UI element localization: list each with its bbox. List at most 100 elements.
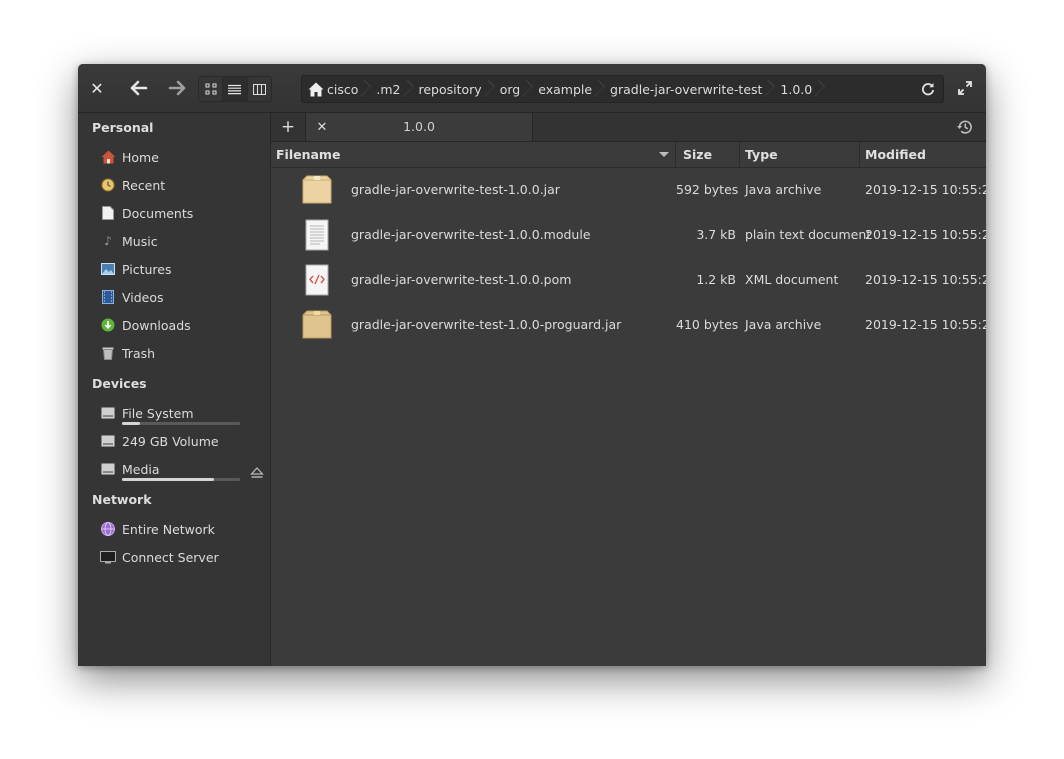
sidebar-item-label: Connect Server (122, 549, 219, 565)
sidebar-item-label: File System (122, 405, 194, 421)
eject-icon (250, 467, 264, 478)
sidebar-heading-network: Network (92, 492, 152, 507)
reload-button[interactable] (919, 80, 937, 98)
server-icon (100, 549, 116, 565)
sidebar-item-entire-network[interactable]: Entire Network (100, 518, 250, 540)
xml-document-icon (301, 264, 333, 296)
column-header-size[interactable]: Size (676, 142, 740, 167)
close-window-button[interactable]: ✕ (86, 76, 108, 100)
breadcrumb-item[interactable]: example (528, 76, 600, 102)
tab-current[interactable]: ✕ 1.0.0 (305, 113, 533, 141)
breadcrumb-item[interactable]: repository (409, 76, 490, 102)
network-icon (100, 521, 116, 537)
sidebar-item-label: 249 GB Volume (122, 433, 219, 449)
list-view-icon (228, 84, 242, 94)
arrow-left-icon (130, 80, 148, 96)
file-row[interactable]: gradle-jar-overwrite-test-1.0.0.module 3… (271, 213, 986, 258)
column-header: Filename Size Type Modified (271, 142, 986, 168)
tab-label: 1.0.0 (403, 119, 435, 134)
breadcrumb-item[interactable]: 1.0.0 (770, 76, 820, 102)
new-tab-button[interactable]: + (279, 117, 297, 137)
file-modified: 2019-12-15 10:55:21 (865, 272, 986, 287)
sidebar-item-file-system[interactable]: File System (100, 402, 250, 424)
sidebar-item-media[interactable]: Media (100, 458, 250, 480)
history-icon (957, 120, 972, 134)
breadcrumb-label: repository (418, 81, 482, 97)
path-bar[interactable]: cisco .m2 repository org example gradle-… (301, 75, 944, 103)
music-icon: ♪ (104, 234, 112, 248)
breadcrumb-item[interactable]: gradle-jar-overwrite-test (600, 76, 770, 102)
closed-tabs-history-button[interactable] (956, 118, 974, 136)
list-view-button[interactable] (223, 77, 248, 101)
file-row[interactable]: gradle-jar-overwrite-test-1.0.0.pom 1.2 … (271, 258, 986, 303)
grid-view-icon (205, 83, 217, 95)
file-manager-window: ✕ cisco .m2 repository org example gradl… (78, 64, 986, 666)
breadcrumb-label: 1.0.0 (780, 81, 813, 97)
sidebar-item-volume[interactable]: 249 GB Volume (100, 430, 250, 452)
sidebar-item-downloads[interactable]: Downloads (100, 314, 250, 336)
text-document-icon (301, 219, 333, 251)
file-size: 410 bytes (676, 317, 739, 332)
plus-icon: + (280, 117, 296, 137)
sidebar-item-label: Music (122, 233, 158, 249)
sidebar-item-connect-server[interactable]: Connect Server (100, 546, 250, 568)
column-view-icon (252, 83, 266, 95)
sidebar-item-videos[interactable]: Videos (100, 286, 250, 308)
fullscreen-button[interactable] (954, 76, 976, 100)
back-button[interactable] (128, 76, 150, 100)
sidebar: Personal Home Recent Documents ♪ Music P… (78, 113, 271, 666)
column-header-type[interactable]: Type (740, 142, 860, 167)
headerbar: ✕ cisco .m2 repository org example gradl… (78, 64, 986, 113)
file-type: XML document (745, 272, 839, 287)
forward-button[interactable] (166, 76, 188, 100)
file-type: Java archive (745, 317, 822, 332)
sidebar-item-recent[interactable]: Recent (100, 174, 250, 196)
file-name: gradle-jar-overwrite-test-1.0.0.module (351, 227, 591, 242)
arrow-right-icon (168, 80, 186, 96)
sidebar-item-documents[interactable]: Documents (100, 202, 250, 224)
column-header-label: Type (745, 147, 778, 162)
grid-view-button[interactable] (199, 77, 224, 101)
breadcrumb-label: org (499, 81, 521, 97)
fullscreen-icon (958, 81, 972, 95)
disk-usage-fill (122, 478, 215, 481)
sidebar-item-label: Recent (122, 177, 166, 193)
file-modified: 2019-12-15 10:55:21 (865, 317, 986, 332)
sidebar-item-label: Videos (122, 289, 164, 305)
recent-icon (100, 177, 116, 193)
breadcrumb-label: .m2 (376, 81, 401, 97)
file-modified: 2019-12-15 10:55:21 (865, 182, 986, 197)
eject-button[interactable] (250, 464, 264, 478)
file-row[interactable]: gradle-jar-overwrite-test-1.0.0-proguard… (271, 303, 986, 348)
column-header-filename[interactable]: Filename (271, 142, 676, 167)
breadcrumb-label: cisco (327, 81, 359, 97)
sidebar-item-music[interactable]: ♪ Music (100, 230, 250, 252)
file-modified: 2019-12-15 10:55:21 (865, 227, 986, 242)
file-name: gradle-jar-overwrite-test-1.0.0.pom (351, 272, 572, 287)
file-row[interactable]: gradle-jar-overwrite-test-1.0.0.jar 592 … (271, 168, 986, 213)
breadcrumb-item[interactable]: .m2 (366, 76, 408, 102)
package-icon (301, 174, 333, 206)
sidebar-item-trash[interactable]: Trash (100, 342, 250, 364)
file-name: gradle-jar-overwrite-test-1.0.0.jar (351, 182, 560, 197)
videos-icon (100, 289, 116, 305)
column-view-button[interactable] (248, 77, 271, 101)
breadcrumb-home[interactable]: cisco (302, 76, 366, 102)
pictures-icon (100, 261, 116, 277)
trash-icon (100, 345, 116, 361)
sidebar-heading-devices: Devices (92, 376, 147, 391)
disk-usage-bar (122, 422, 240, 425)
drive-icon (100, 433, 116, 449)
sidebar-item-label: Documents (122, 205, 194, 221)
column-header-modified[interactable]: Modified (860, 142, 986, 167)
sidebar-item-pictures[interactable]: Pictures (100, 258, 250, 280)
package-icon (301, 309, 333, 341)
close-icon: ✕ (90, 78, 104, 98)
file-type: plain text document (745, 227, 872, 242)
breadcrumb-item[interactable]: org (490, 76, 529, 102)
sidebar-item-label: Trash (122, 345, 156, 361)
documents-icon (100, 205, 116, 221)
sidebar-item-label: Pictures (122, 261, 172, 277)
sort-descending-icon (659, 152, 669, 157)
sidebar-item-home[interactable]: Home (100, 146, 250, 168)
